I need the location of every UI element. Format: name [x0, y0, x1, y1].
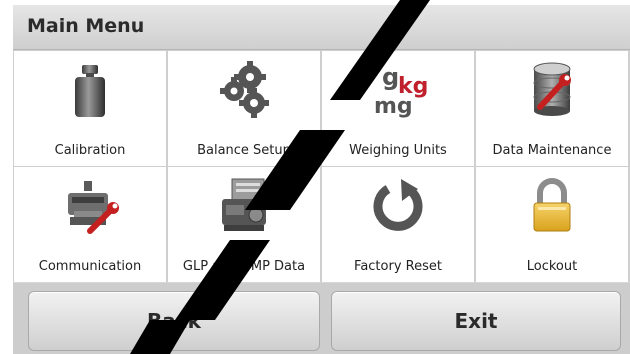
tile-label: Data Maintenance: [492, 143, 612, 158]
units-g-text: g: [382, 63, 399, 91]
database-wrench-icon: [522, 59, 582, 119]
reset-arrow-icon: [368, 175, 428, 235]
tile-factory-reset[interactable]: Factory Reset: [322, 167, 474, 282]
button-row: Back Exit: [13, 283, 630, 354]
weight-icon: [60, 59, 120, 119]
glp-printer-icon: [214, 175, 274, 235]
tile-calibration[interactable]: Calibration: [14, 51, 166, 166]
units-mg-text: mg: [374, 94, 413, 119]
tile-label: GLP and GMP Data: [182, 259, 306, 274]
units-icon: g kg mg: [368, 59, 428, 119]
tile-data-maintenance[interactable]: Data Maintenance: [476, 51, 628, 166]
tile-balance-setup[interactable]: Balance Setup: [168, 51, 320, 166]
tile-lockout[interactable]: Lockout: [476, 167, 628, 282]
tile-label: Communication: [38, 259, 142, 274]
tile-glp-gmp-data[interactable]: GLP and GMP Data: [168, 167, 320, 282]
tile-label: Weighing Units: [349, 143, 447, 158]
gears-icon: [214, 59, 274, 119]
tile-communication[interactable]: Communication: [14, 167, 166, 282]
padlock-icon: [522, 175, 582, 235]
back-button[interactable]: Back: [28, 291, 320, 351]
printer-wrench-icon: [60, 175, 120, 235]
page-title: Main Menu: [27, 15, 145, 37]
main-menu-screen: Main Menu Calibration Balance Setup g kg…: [13, 5, 630, 354]
tile-label: Lockout: [526, 259, 578, 274]
tile-label: Balance Setup: [197, 143, 291, 158]
menu-grid: Calibration Balance Setup g kg mg Weighi…: [13, 50, 630, 282]
exit-button[interactable]: Exit: [331, 291, 621, 351]
tile-label: Calibration: [54, 143, 126, 158]
tile-label: Factory Reset: [354, 259, 442, 274]
tile-weighing-units[interactable]: g kg mg Weighing Units: [322, 51, 474, 166]
title-bar: Main Menu: [13, 5, 630, 50]
